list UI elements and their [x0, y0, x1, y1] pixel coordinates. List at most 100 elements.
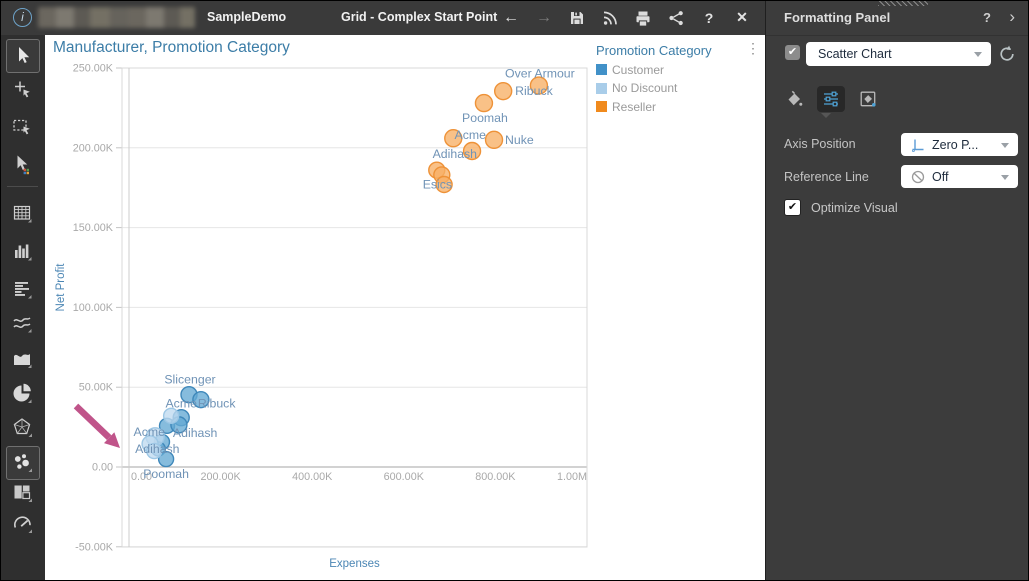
data-point-reseller[interactable] — [474, 93, 494, 113]
tab-style[interactable] — [780, 86, 808, 112]
x-tick-label: 800.00K — [475, 471, 516, 483]
workbook-title: SampleDemo — [207, 10, 287, 24]
y-tick-label: 150.00K — [73, 222, 114, 234]
reference-line-label: Reference Line — [784, 170, 869, 184]
legend-label: No Discount — [612, 81, 678, 95]
data-point-label: Ribuck — [515, 84, 553, 98]
info-icon[interactable]: i — [13, 8, 32, 27]
x-tick-label: 1.00M — [557, 471, 587, 483]
back-icon[interactable]: ← — [500, 7, 522, 29]
tool-scatter-chart[interactable] — [6, 446, 40, 480]
data-point-label: Over Armour — [505, 67, 575, 81]
reference-line-value: Off — [932, 169, 949, 184]
axis-position-label: Axis Position — [784, 137, 856, 151]
y-tick-label: -50.00K — [75, 541, 114, 553]
legend-label: Reseller — [612, 99, 657, 114]
close-icon[interactable]: ✕ — [731, 7, 753, 29]
y-tick-label: 200.00K — [73, 142, 114, 154]
tab-settings[interactable] — [817, 86, 845, 112]
print-icon[interactable] — [632, 7, 654, 29]
tool-radar-chart[interactable] — [11, 416, 35, 440]
y-tick-label: 50.00K — [79, 382, 114, 394]
chevron-down-icon — [1001, 174, 1009, 180]
chevron-down-icon — [1001, 142, 1009, 148]
x-axis-title: Expenses — [329, 558, 380, 570]
tool-add-pointer[interactable] — [11, 78, 35, 102]
axis-position-value: Zero P... — [932, 137, 979, 152]
tool-line-chart[interactable] — [11, 312, 35, 336]
selected-tab-notch — [821, 113, 831, 118]
top-bar: i SampleDemo Grid - Complex Start Point … — [0, 0, 765, 35]
redacted-workbook-name — [38, 7, 195, 28]
tool-column-chart[interactable] — [11, 240, 35, 264]
tool-bar-chart[interactable] — [11, 278, 35, 302]
tool-treemap[interactable] — [11, 481, 35, 505]
y-tick-label: 0.00 — [92, 462, 113, 474]
reference-line-dropdown[interactable]: Off — [901, 165, 1018, 188]
legend-swatch — [596, 101, 607, 112]
y-tick-label: 250.00K — [73, 63, 114, 75]
legend-item[interactable]: Customer — [596, 63, 762, 77]
legend-swatch — [596, 82, 607, 94]
legend-item[interactable]: No Discount — [596, 81, 762, 95]
chart-type-dropdown[interactable]: Scatter Chart — [806, 42, 991, 66]
chevron-down-icon — [974, 52, 982, 57]
panel-collapse-icon[interactable]: › — [1009, 0, 1015, 33]
legend: Promotion Category ⋮ Customer No Discount… — [596, 41, 762, 114]
reset-icon[interactable] — [996, 43, 1018, 70]
scatter-chart-widget[interactable]: Manufacturer, Promotion Category 250.00K… — [45, 35, 765, 581]
data-point-label: Acme — [165, 397, 197, 411]
panel-help-icon[interactable]: ? — [983, 0, 991, 35]
tool-gauge[interactable] — [11, 512, 35, 536]
legend-swatch — [596, 64, 607, 75]
annotation-arrow — [73, 403, 112, 440]
scatter-plot[interactable]: 250.00K 200.00K 150.00K 100.00K 50.00K 0.00 -5… — [45, 35, 765, 581]
x-tick-label: 200.00K — [200, 471, 241, 483]
data-point-label: Adihash — [135, 442, 180, 456]
chart-type-checkbox[interactable]: ✔ — [785, 45, 800, 60]
formatting-panel: Formatting Panel ? › ✔ Scatter Chart Axi… — [765, 0, 1029, 581]
formatting-panel-header: Formatting Panel ? › — [766, 0, 1029, 36]
data-point-label: Slicenger — [164, 373, 215, 387]
tool-multi-select[interactable] — [11, 153, 35, 177]
tab-data-format[interactable] — [854, 86, 882, 112]
data-point-label: Poomah — [143, 467, 189, 481]
data-point-label: Acme — [455, 128, 487, 142]
chart-type-value: Scatter Chart — [818, 47, 892, 61]
help-icon[interactable]: ? — [698, 7, 720, 29]
optimize-visual-checkbox[interactable]: ✔ — [784, 199, 801, 216]
toolbar-divider — [7, 186, 38, 187]
share-icon[interactable] — [665, 7, 687, 29]
data-point-label: Ribuck — [198, 397, 236, 411]
data-point-label: Nuke — [505, 133, 534, 147]
legend-title: Promotion Category — [596, 43, 712, 58]
axis-zero-icon — [912, 139, 924, 152]
optimize-visual-label: Optimize Visual — [811, 200, 898, 215]
legend-menu-icon[interactable]: ⋮ — [746, 41, 760, 55]
data-point-label: Poomah — [462, 111, 508, 125]
tool-area-chart[interactable] — [11, 347, 35, 371]
tool-select[interactable] — [6, 39, 40, 73]
tool-grid-view[interactable] — [11, 202, 35, 226]
panel-tabs — [780, 86, 882, 112]
tool-pie-chart[interactable] — [11, 382, 35, 406]
data-point-label: Acme — [134, 425, 166, 439]
x-tick-label: 400.00K — [292, 471, 333, 483]
tool-marquee-select[interactable] — [11, 116, 35, 140]
y-axis-title: Net Profit — [55, 263, 67, 312]
data-point-reseller[interactable] — [484, 130, 504, 150]
feed-icon[interactable] — [599, 7, 621, 29]
visualization-toolbar — [0, 35, 45, 581]
app-window: i SampleDemo Grid - Complex Start Point … — [0, 0, 1029, 581]
data-point-label: Esics — [423, 178, 452, 192]
data-point-reseller[interactable] — [493, 81, 513, 101]
x-tick-label: 600.00K — [384, 471, 425, 483]
save-icon[interactable] — [566, 7, 588, 29]
data-point-label: Adihash — [433, 147, 478, 161]
off-circle-icon — [911, 170, 925, 183]
formatting-panel-title: Formatting Panel — [784, 10, 891, 25]
forward-icon[interactable]: → — [533, 7, 555, 29]
view-title: Grid - Complex Start Point — [341, 10, 498, 24]
legend-item[interactable]: Reseller — [596, 100, 762, 114]
axis-position-dropdown[interactable]: Zero P... — [901, 133, 1018, 156]
